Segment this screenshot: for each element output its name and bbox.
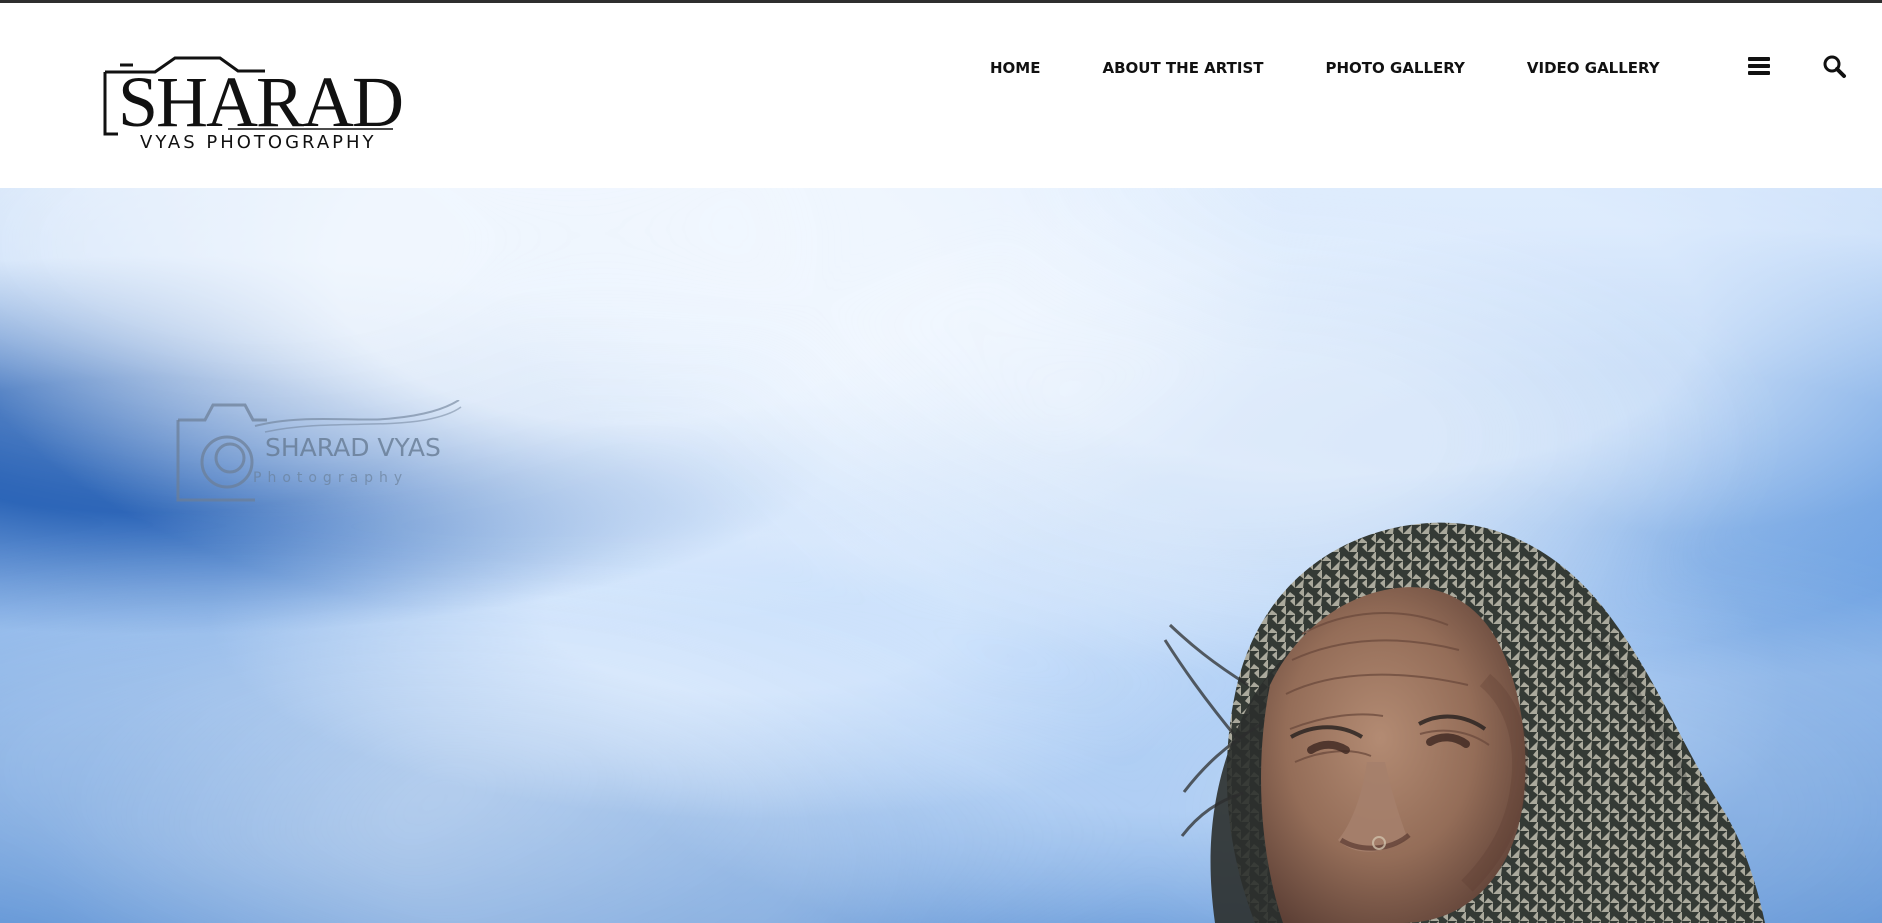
portrait-illustration	[1163, 522, 1765, 923]
site-header: SHARAD VYAS PHOTOGRAPHY HOME ABOUT THE A…	[0, 3, 1882, 188]
brand-subtitle: VYAS PHOTOGRAPHY	[140, 132, 377, 153]
elderly-woman-portrait	[1115, 480, 1765, 923]
nav-about-artist-link[interactable]: ABOUT THE ARTIST	[1102, 56, 1263, 80]
search-icon	[1823, 55, 1846, 78]
photography-homepage: SHARAD VYAS PHOTOGRAPHY HOME ABOUT THE A…	[0, 0, 1882, 923]
watermark-title: SHARAD VYAS	[265, 433, 441, 462]
nav-photo-gallery-link[interactable]: PHOTO GALLERY	[1326, 56, 1465, 80]
sharad-vyas-photography-logo[interactable]: SHARAD VYAS PHOTOGRAPHY	[100, 50, 404, 156]
sharad-vyas-watermark: SHARAD VYAS Photography	[175, 400, 465, 505]
search-button[interactable]	[1817, 49, 1851, 83]
nav-home-link[interactable]: HOME	[990, 56, 1040, 80]
brand-name: SHARAD	[118, 62, 404, 142]
menu-button[interactable]	[1742, 49, 1776, 83]
main-navigation: HOME ABOUT THE ARTIST PHOTO GALLERY VIDE…	[990, 56, 1660, 80]
nav-video-gallery-link[interactable]: VIDEO GALLERY	[1527, 56, 1660, 80]
hero-photograph: SHARAD VYAS Photography	[0, 188, 1882, 923]
hamburger-menu-icon	[1748, 57, 1770, 75]
watermark-subtitle: Photography	[253, 470, 409, 486]
